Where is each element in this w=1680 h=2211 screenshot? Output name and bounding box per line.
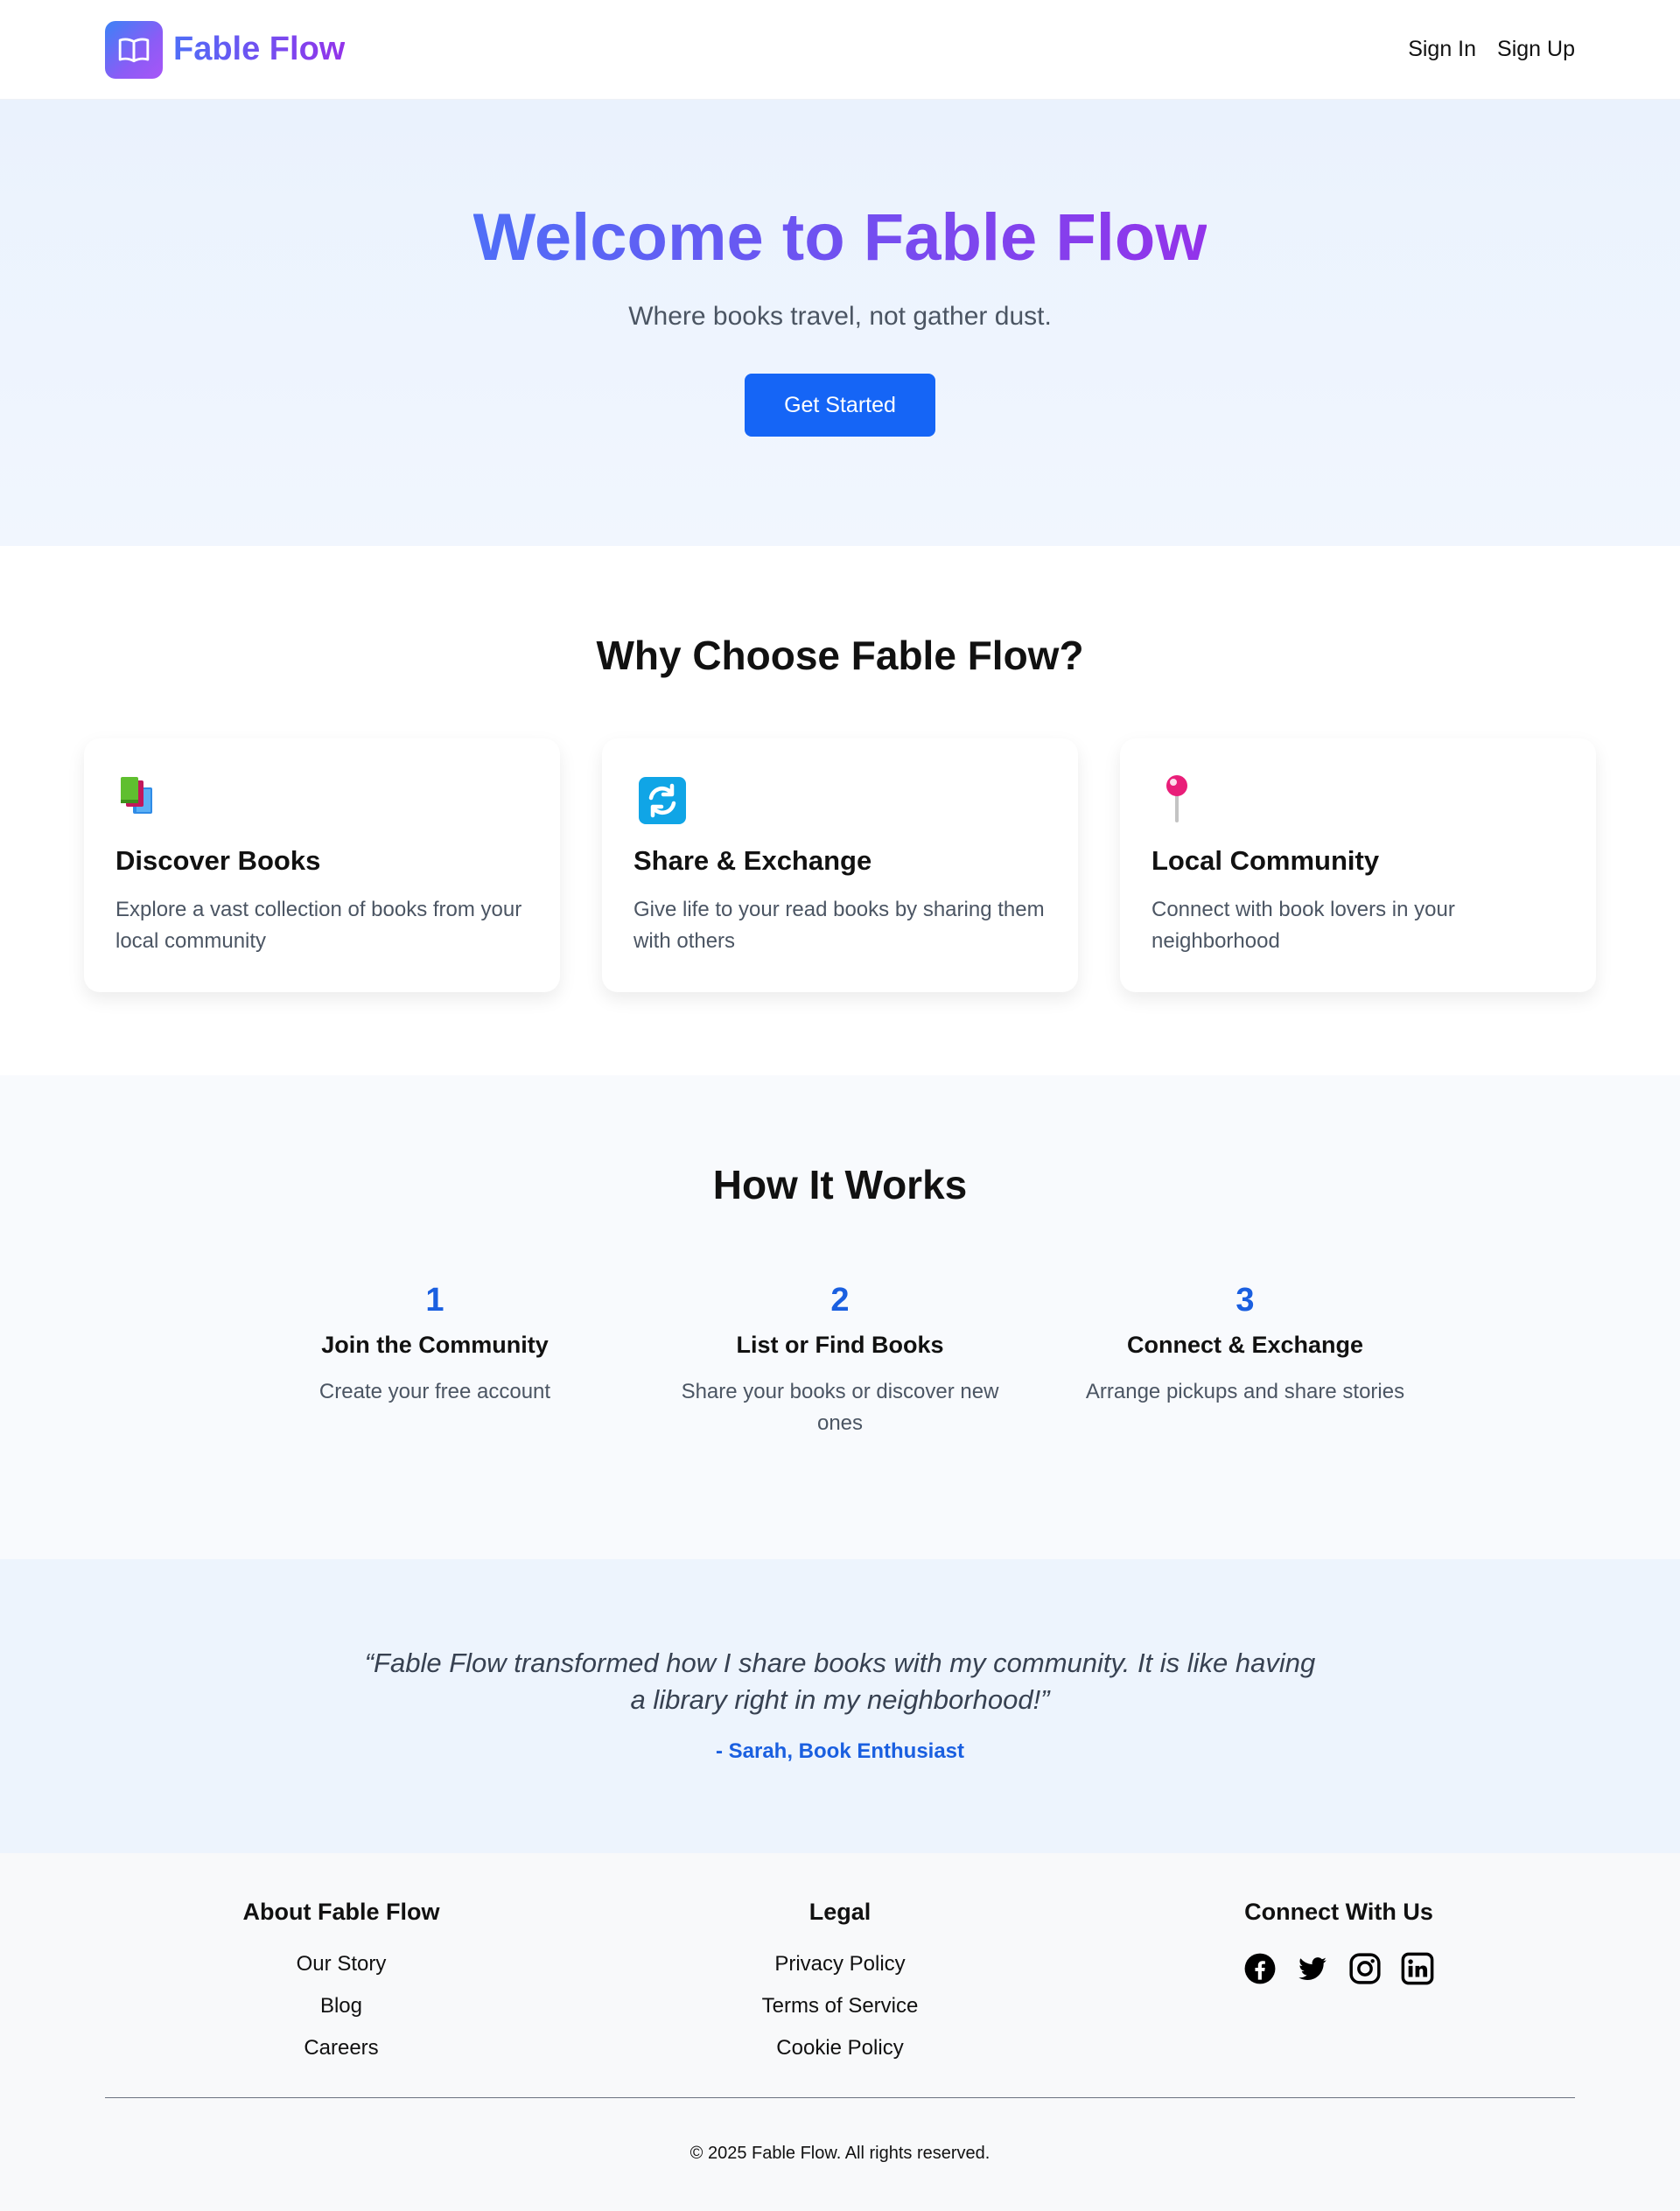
feature-cards: Discover Books Explore a vast collection…: [0, 738, 1680, 992]
copyright-text: © 2025 Fable Flow. All rights reserved.: [690, 2144, 990, 2163]
feature-card-text: Connect with book lovers in your neighbo…: [1152, 898, 1455, 953]
how-title: How It Works: [712, 1162, 968, 1207]
footer-col-legal: Legal Privacy Policy Terms of Service Co…: [604, 1899, 1076, 2078]
step-text: Create your free account: [318, 1380, 551, 1403]
top-nav: Sign In Sign Up: [1408, 37, 1575, 62]
linkedin-icon[interactable]: [1401, 1952, 1434, 1985]
testimonial-author: - Sarah, Book Enthusiast: [715, 1739, 965, 1763]
brand-name: Fable Flow: [173, 31, 346, 67]
how-it-works-section: How It Works 1 Join the Community Create…: [0, 1075, 1680, 1559]
hero-section: Welcome to Fable Flow Where books travel…: [0, 100, 1680, 546]
testimonial-quote: “Fable Flow transformed how I share book…: [364, 1648, 1316, 1715]
step-text: Share your books or discover new ones: [681, 1380, 999, 1435]
features-section: Why Choose Fable Flow? Discover Books Ex…: [0, 546, 1680, 1075]
site-header: Fable Flow Sign In Sign Up: [0, 0, 1680, 100]
step-text: Arrange pickups and share stories: [1085, 1380, 1405, 1403]
step-item: 3 Connect & Exchange Arrange pickups and…: [1043, 1282, 1448, 1439]
site-footer: About Fable Flow Our Story Blog Careers …: [0, 1853, 1680, 2211]
feature-card-discover: Discover Books Explore a vast collection…: [84, 738, 560, 992]
step-title: Connect & Exchange: [1126, 1332, 1364, 1358]
feature-card-title: Local Community: [1152, 845, 1380, 876]
footer-col-connect: Connect With Us: [1102, 1899, 1575, 2078]
instagram-icon[interactable]: [1348, 1952, 1382, 1985]
feature-card-share: Share & Exchange Give life to your read …: [602, 738, 1078, 992]
books-icon: [116, 773, 168, 826]
get-started-button[interactable]: Get Started: [745, 374, 935, 437]
feature-card-title: Share & Exchange: [634, 845, 872, 876]
footer-heading: Connect With Us: [1244, 1899, 1433, 1925]
feature-card-text: Explore a vast collection of books from …: [116, 898, 522, 953]
step-number: 3: [1236, 1282, 1255, 1319]
footer-link-our-story[interactable]: Our Story: [105, 1952, 578, 1977]
step-number: 1: [425, 1282, 444, 1319]
step-item: 2 List or Find Books Share your books or…: [638, 1282, 1043, 1439]
step-item: 1 Join the Community Create your free ac…: [233, 1282, 638, 1439]
step-title: Join the Community: [321, 1332, 549, 1358]
feature-card-text: Give life to your read books by sharing …: [634, 898, 1045, 953]
exchange-icon: [634, 773, 686, 826]
step-title: List or Find Books: [736, 1332, 944, 1358]
step-number: 2: [830, 1282, 850, 1319]
footer-link-blog[interactable]: Blog: [105, 1994, 578, 2019]
feature-card-title: Discover Books: [116, 845, 321, 876]
footer-link-privacy[interactable]: Privacy Policy: [604, 1952, 1076, 1977]
sign-up-link[interactable]: Sign Up: [1497, 37, 1575, 62]
hero-subtitle: Where books travel, not gather dust.: [628, 302, 1052, 331]
features-title: Why Choose Fable Flow?: [596, 633, 1084, 678]
twitter-icon[interactable]: [1296, 1952, 1329, 1985]
footer-link-careers[interactable]: Careers: [105, 2036, 578, 2061]
brand[interactable]: Fable Flow: [105, 20, 346, 79]
social-links: [1102, 1952, 1575, 1985]
footer-heading: Legal: [808, 1899, 872, 1925]
footer-col-about: About Fable Flow Our Story Blog Careers: [105, 1899, 578, 2078]
facebook-icon[interactable]: [1243, 1952, 1277, 1985]
steps-list: 1 Join the Community Create your free ac…: [0, 1282, 1680, 1439]
sign-in-link[interactable]: Sign In: [1408, 37, 1476, 62]
footer-link-cookie[interactable]: Cookie Policy: [604, 2036, 1076, 2061]
testimonial-section: “Fable Flow transformed how I share book…: [0, 1559, 1680, 1853]
footer-columns: About Fable Flow Our Story Blog Careers …: [105, 1899, 1575, 2078]
footer-divider: [105, 2097, 1575, 2098]
feature-card-community: Local Community Connect with book lovers…: [1120, 738, 1596, 992]
hero-title: Welcome to Fable Flow: [472, 200, 1208, 275]
book-open-icon: [105, 20, 163, 79]
pushpin-icon: [1152, 773, 1204, 826]
footer-heading: About Fable Flow: [242, 1899, 440, 1925]
footer-link-terms[interactable]: Terms of Service: [604, 1994, 1076, 2019]
